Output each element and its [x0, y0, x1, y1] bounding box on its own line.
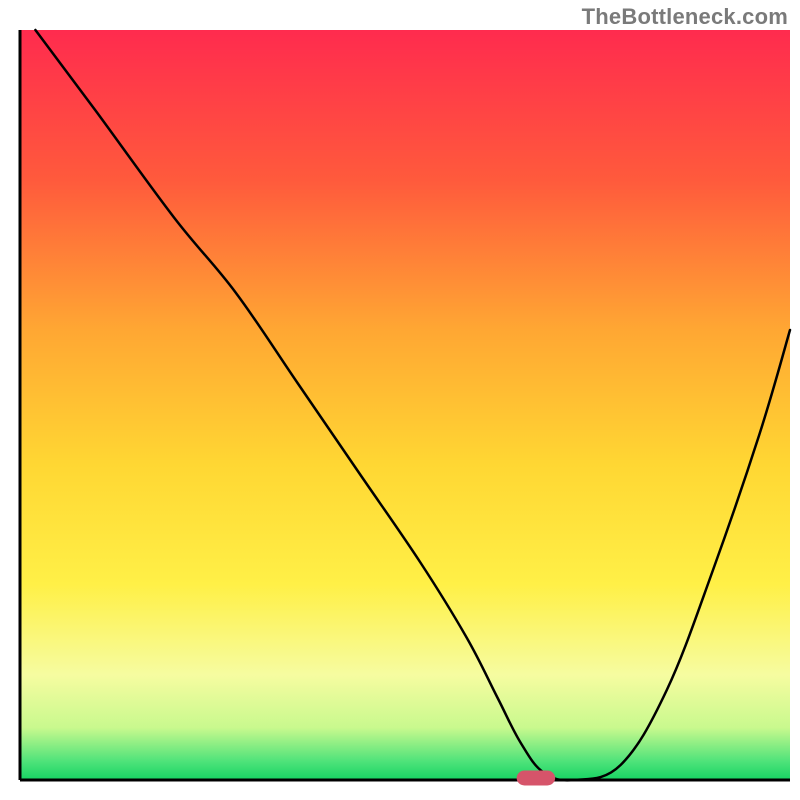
watermark-text: TheBottleneck.com — [582, 4, 788, 30]
bottleneck-chart: TheBottleneck.com — [0, 0, 800, 800]
optimal-marker — [517, 771, 556, 786]
chart-svg — [0, 0, 800, 800]
plot-background — [20, 30, 790, 780]
